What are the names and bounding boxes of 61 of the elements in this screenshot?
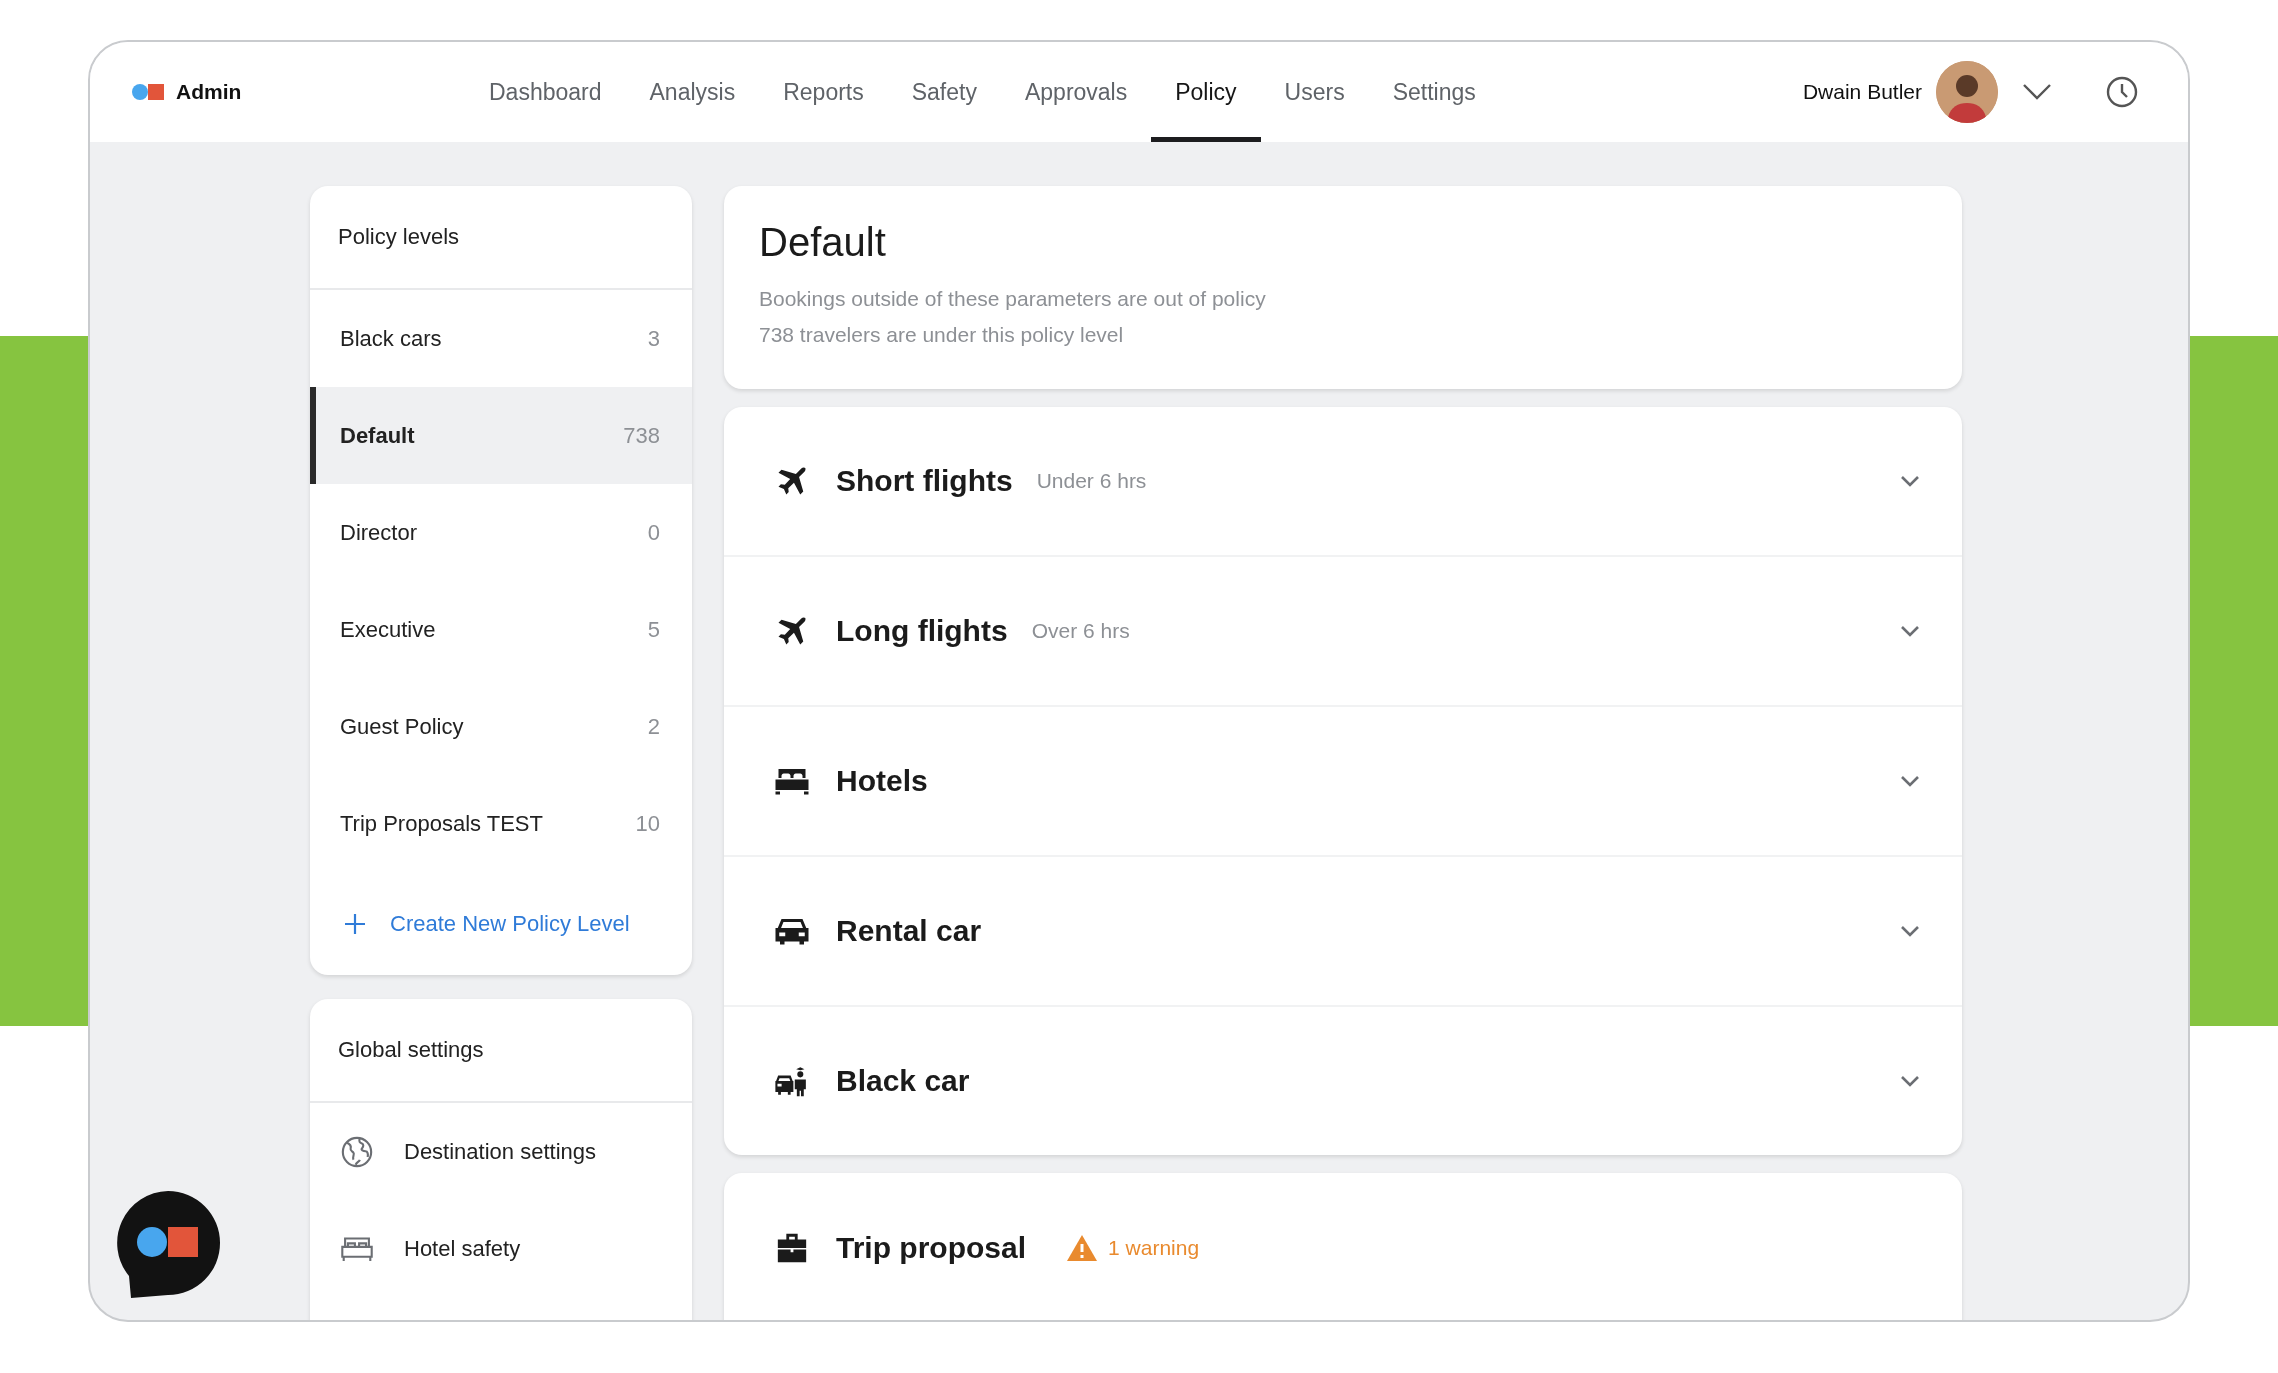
settings-item[interactable]: Hotel safety [310, 1200, 692, 1297]
policy-category-row[interactable]: Short flights Under 6 hrs [724, 407, 1962, 557]
nav-tab[interactable]: Policy [1151, 42, 1261, 142]
plus-icon [344, 912, 366, 935]
category-title: Hotels [836, 764, 928, 798]
traveler-count: 5 [647, 616, 660, 643]
category-title: Long flights [836, 614, 1008, 648]
policy-description: Bookings outside of these parameters are out of policy [759, 286, 1267, 312]
category-subtitle: Under 6 hrs [1036, 469, 1147, 493]
chat-bubble-icon[interactable] [115, 1190, 221, 1300]
create-policy-link[interactable]: Create New Policy Level [390, 910, 630, 937]
policy-category-row[interactable]: Hotels [724, 707, 1962, 857]
nav-tab[interactable]: Analysis [625, 42, 760, 142]
nav-tab[interactable]: Safety [887, 42, 1001, 142]
traveler-count: 3 [647, 325, 660, 352]
policy-level-item[interactable]: Executive 5 [310, 581, 692, 678]
policy-level-item[interactable]: Guest Policy 2 [310, 678, 692, 775]
car-icon [774, 916, 810, 946]
nav-tab[interactable]: Users [1260, 42, 1369, 142]
traveler-count: 2 [647, 713, 660, 740]
policy-level-item[interactable]: Trip Proposals TEST 10 [310, 775, 692, 872]
policy-level-name: Executive [340, 616, 436, 643]
policy-category-row[interactable]: Rental car [724, 857, 1962, 1007]
policy-title: Default [759, 220, 887, 265]
nav-tab[interactable]: Approvals [1000, 42, 1152, 142]
policy-level-name: Trip Proposals TEST [340, 810, 543, 837]
category-title: Rental car [836, 914, 982, 948]
chevron-down-icon[interactable] [2022, 83, 2052, 101]
nav-tab[interactable]: Reports [759, 42, 888, 142]
section-title: Policy levels [310, 186, 692, 290]
traveler-count: 10 [635, 810, 660, 837]
policy-level-name: Director [340, 519, 417, 546]
clock-icon[interactable] [2106, 76, 2138, 108]
category-subtitle: Over 6 hrs [1031, 619, 1130, 643]
nav-tab[interactable]: Dashboard [465, 42, 626, 142]
settings-item[interactable]: Destination settings [310, 1103, 692, 1200]
category-title: Short flights [836, 464, 1013, 498]
traveler-summary: 738 travelers are under this policy level [759, 322, 1125, 348]
bed-icon [774, 766, 810, 796]
traveler-count: 738 [623, 422, 660, 449]
section-title: Global settings [310, 999, 692, 1103]
policy-level-name: Black cars [340, 325, 442, 352]
category-title: Trip proposal [836, 1231, 1027, 1265]
warning-count: 1 warning [1108, 1236, 1200, 1260]
category-title: Black car [836, 1064, 970, 1098]
globe-icon [340, 1134, 374, 1169]
avatar-icon[interactable] [1936, 61, 1998, 123]
trip-proposal-row[interactable]: Trip proposal 1 warning [724, 1173, 1962, 1320]
policy-level-name: Guest Policy [340, 713, 464, 740]
policy-level-item[interactable]: Director 0 [310, 484, 692, 581]
policy-category-row[interactable]: Long flights Over 6 hrs [724, 557, 1962, 707]
user-name: Dwain Butler [1802, 80, 1922, 104]
logo-icon [132, 83, 166, 101]
bed-icon [340, 1234, 374, 1263]
policy-level-item[interactable]: Default 738 [310, 387, 692, 484]
policy-level-item[interactable]: Black cars 3 [310, 290, 692, 387]
brand-name: Admin [176, 80, 242, 104]
policy-level-name: Default [340, 422, 415, 449]
nav-tab[interactable]: Settings [1368, 42, 1500, 142]
traveler-count: 0 [647, 519, 660, 546]
policy-category-row[interactable]: Black car [724, 1007, 1962, 1155]
